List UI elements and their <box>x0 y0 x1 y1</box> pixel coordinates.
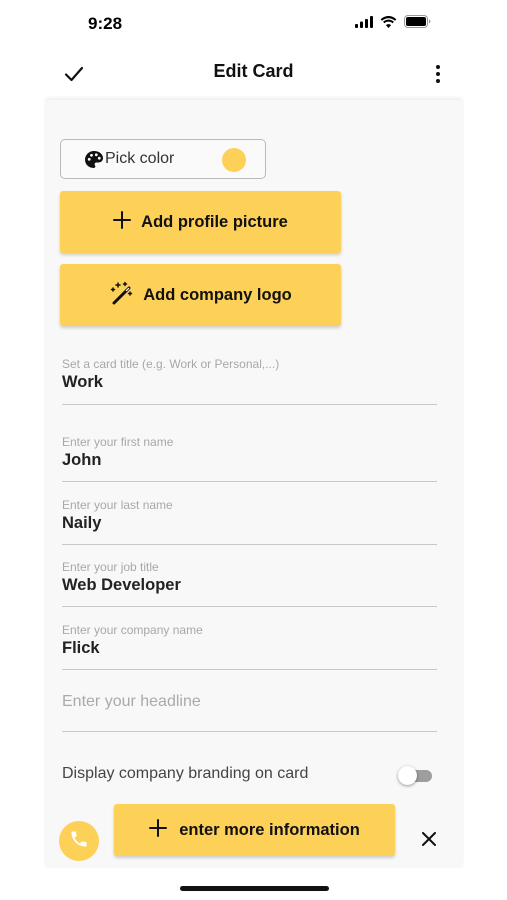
close-icon[interactable] <box>419 829 439 849</box>
magic-wand-icon <box>109 281 133 310</box>
add-company-logo-label: Add company logo <box>143 285 292 304</box>
vertical-ellipsis-icon[interactable] <box>428 59 448 89</box>
home-indicator <box>180 886 329 891</box>
nav-bar: Edit Card <box>0 46 507 100</box>
headline-field[interactable]: Enter your headline <box>62 682 437 732</box>
add-profile-picture-button[interactable]: Add profile picture <box>60 191 341 253</box>
card-title-value: Work <box>62 373 103 391</box>
signal-icon <box>355 15 373 33</box>
first-name-placeholder: Enter your first name <box>62 435 174 449</box>
status-icons <box>355 15 431 33</box>
battery-icon <box>404 15 431 33</box>
add-profile-picture-label: Add profile picture <box>141 212 288 231</box>
headline-placeholder: Enter your headline <box>62 693 201 710</box>
company-name-field[interactable]: Enter your company name Flick <box>62 620 437 670</box>
job-title-field[interactable]: Enter your job title Web Developer <box>62 557 437 607</box>
plus-icon <box>113 210 132 234</box>
company-name-value: Flick <box>62 639 100 657</box>
phone-icon <box>69 829 89 854</box>
last-name-value: Naily <box>62 514 102 532</box>
branding-toggle-label: Display company branding on card <box>62 765 309 782</box>
wifi-icon <box>380 15 397 33</box>
add-company-logo-button[interactable]: Add company logo <box>60 264 341 326</box>
branding-toggle[interactable] <box>398 766 432 785</box>
phone-button[interactable] <box>59 821 99 861</box>
job-title-value: Web Developer <box>62 576 181 594</box>
enter-more-information-label: enter more information <box>179 820 360 839</box>
first-name-value: John <box>62 451 102 469</box>
last-name-field[interactable]: Enter your last name Naily <box>62 495 437 545</box>
card-title-placeholder: Set a card title (e.g. Work or Personal,… <box>62 357 280 371</box>
selected-color-swatch <box>222 148 246 172</box>
plus-icon <box>149 818 168 842</box>
last-name-placeholder: Enter your last name <box>62 498 173 512</box>
palette-icon <box>84 150 104 175</box>
status-bar: 9:28 <box>0 0 507 46</box>
toggle-knob <box>398 766 417 785</box>
first-name-field[interactable]: Enter your first name John <box>62 432 437 482</box>
job-title-placeholder: Enter your job title <box>62 560 159 574</box>
pick-color-label: Pick color <box>105 150 175 167</box>
company-name-placeholder: Enter your company name <box>62 623 203 637</box>
enter-more-information-button[interactable]: enter more information <box>114 804 395 856</box>
card-title-field[interactable]: Set a card title (e.g. Work or Personal,… <box>62 354 437 405</box>
edit-card-form: Pick color Add profile picture Add compa… <box>46 100 462 868</box>
status-time: 9:28 <box>88 14 123 33</box>
pick-color-button[interactable]: Pick color <box>60 139 266 179</box>
